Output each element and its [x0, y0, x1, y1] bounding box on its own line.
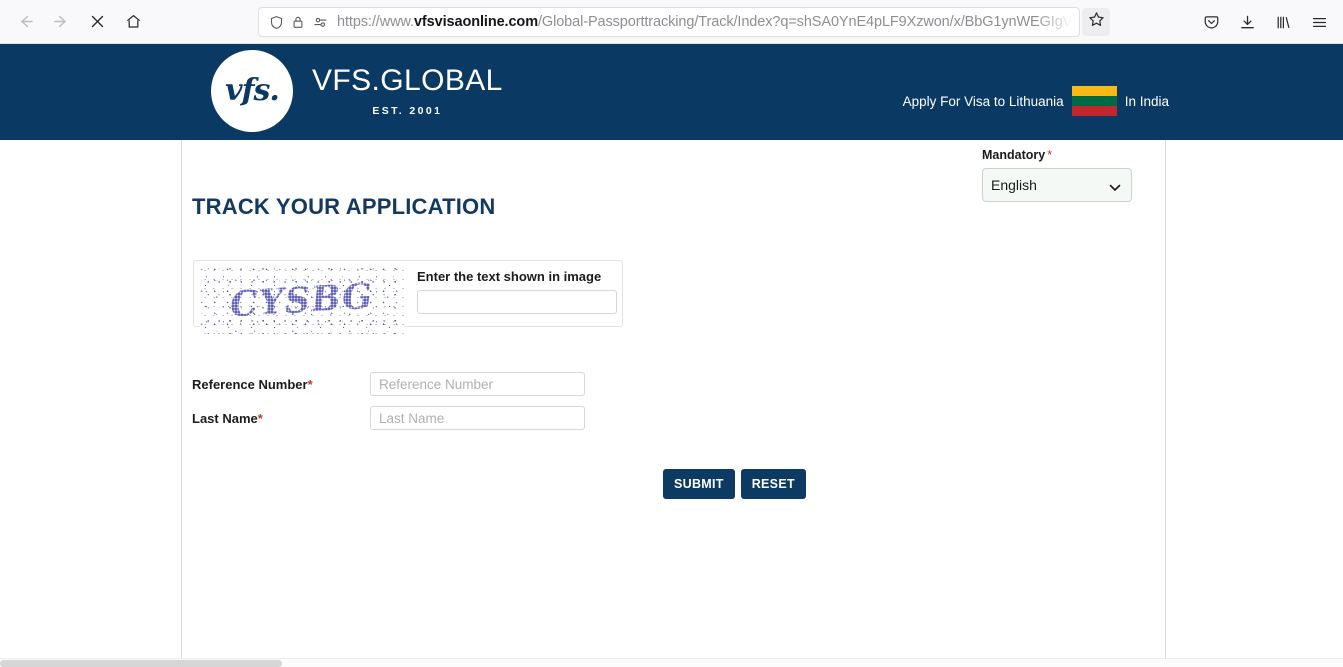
captcha-entry: Enter the text shown in image: [417, 269, 617, 314]
captcha-input[interactable]: [417, 290, 617, 314]
vfs-logo-mark: vfs.: [211, 50, 293, 132]
last-name-label-text: Last Name: [192, 410, 258, 426]
app-menu-button[interactable]: [1303, 7, 1335, 37]
lithuania-flag-icon: [1071, 86, 1117, 116]
apply-for-visa-suffix: In India: [1124, 93, 1169, 109]
stop-x-icon: [90, 14, 105, 29]
last-name-row: Last Name*: [192, 406, 585, 430]
url-path: /Global-Passporttracking/Track/Index?q=s…: [537, 14, 1073, 30]
vfs-global-logo[interactable]: vfs. VFS.GLOBAL EST. 2001: [211, 50, 503, 132]
forward-arrow-icon: [53, 13, 70, 30]
home-button[interactable]: [118, 7, 148, 37]
page-body: Mandatory * English TRACK YOUR APPLICATIO…: [0, 140, 1343, 667]
forward-button[interactable]: [46, 7, 76, 37]
reference-number-required-star: *: [307, 376, 313, 392]
vfs-logo-subtitle: EST. 2001: [372, 104, 443, 117]
page-title: TRACK YOUR APPLICATION: [192, 194, 496, 219]
horizontal-scrollbar[interactable]: [0, 658, 1343, 667]
back-button[interactable]: [10, 7, 40, 37]
site-permissions-icon[interactable]: [309, 11, 331, 33]
url-scheme: https://www.: [337, 14, 414, 30]
downloads-button[interactable]: [1231, 7, 1263, 37]
pocket-button[interactable]: [1195, 7, 1227, 37]
star-icon: [1088, 11, 1105, 33]
language-select[interactable]: English: [982, 168, 1132, 202]
url-text: https://www.vfsvisaonline.com/Global-Pas…: [331, 14, 1073, 30]
stop-loading-button[interactable]: [82, 7, 112, 37]
library-button[interactable]: [1267, 7, 1299, 37]
horizontal-scrollbar-thumb[interactable]: [0, 660, 282, 667]
library-icon: [1275, 14, 1292, 31]
back-arrow-icon: [17, 13, 34, 30]
last-name-input[interactable]: [370, 406, 585, 430]
reference-number-label: Reference Number*: [192, 377, 370, 392]
url-domain: vfsvisaonline.com: [413, 14, 538, 30]
browser-toolbar-right: [1195, 7, 1335, 37]
mandatory-label-text: Mandatory: [982, 148, 1046, 162]
vfs-logo-mark-text: vfs.: [225, 72, 280, 108]
home-icon: [125, 13, 142, 30]
padlock-icon[interactable]: [287, 11, 309, 33]
submit-button[interactable]: SUBMIT: [663, 469, 735, 499]
content-container: Mandatory * English TRACK YOUR APPLICATIO…: [182, 140, 1165, 667]
right-divider: [1165, 140, 1166, 667]
captcha-image-text: CYSBG: [229, 275, 375, 326]
language-select-wrap: English: [982, 168, 1132, 202]
hamburger-menu-icon: [1311, 14, 1328, 31]
page-viewport: vfs. VFS.GLOBAL EST. 2001 Apply For Visa…: [0, 44, 1343, 667]
reference-number-row: Reference Number*: [192, 372, 585, 396]
form-buttons: SUBMIT RESET: [663, 469, 806, 499]
reset-button[interactable]: RESET: [740, 469, 806, 499]
browser-toolbar: https://www.vfsvisaonline.com/Global-Pas…: [0, 0, 1343, 44]
captcha-container: CYSBG Enter the text shown in image: [193, 260, 623, 334]
navigation-buttons: [0, 7, 148, 37]
mandatory-required-star: *: [1047, 148, 1053, 162]
apply-for-visa-prefix: Apply For Visa to Lithuania: [902, 93, 1064, 109]
last-name-required-star: *: [257, 410, 263, 426]
reference-number-label-text: Reference Number: [192, 376, 308, 392]
bookmark-button[interactable]: [1082, 8, 1110, 36]
vfs-logo-title: VFS.GLOBAL: [312, 63, 503, 97]
last-name-label: Last Name*: [192, 411, 370, 426]
address-bar[interactable]: https://www.vfsvisaonline.com/Global-Pas…: [258, 7, 1080, 37]
shield-icon[interactable]: [265, 11, 287, 33]
site-header: vfs. VFS.GLOBAL EST. 2001 Apply For Visa…: [0, 44, 1343, 140]
apply-for-visa-banner: Apply For Visa to Lithuania In India: [903, 86, 1169, 116]
mandatory-label: Mandatory *: [982, 148, 1142, 162]
reference-number-input[interactable]: [370, 372, 585, 396]
captcha-prompt-label: Enter the text shown in image: [417, 269, 602, 284]
pocket-icon: [1203, 14, 1220, 31]
vfs-logo-wordmark: VFS.GLOBAL EST. 2001: [312, 63, 503, 117]
captcha-image[interactable]: CYSBG: [200, 267, 404, 334]
download-icon: [1239, 14, 1256, 31]
mandatory-language-block: Mandatory * English: [982, 148, 1142, 202]
